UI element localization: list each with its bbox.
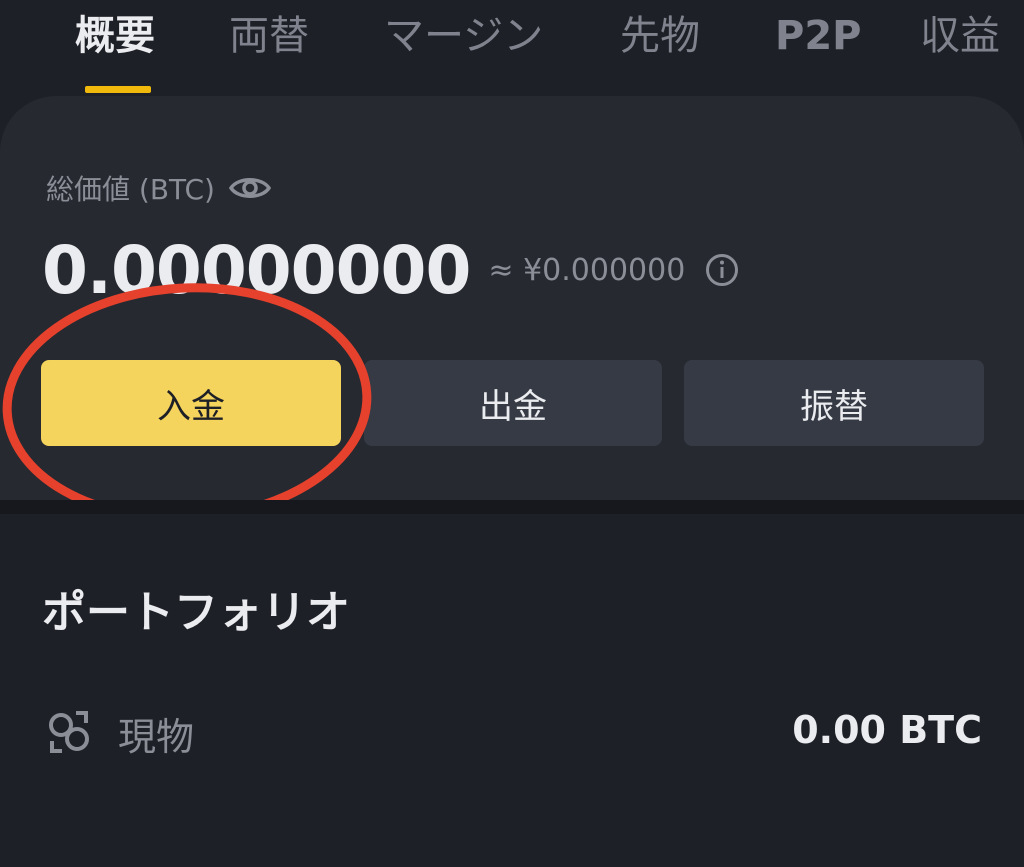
withdraw-button[interactable]: 出金 xyxy=(364,360,662,446)
transfer-button[interactable]: 振替 xyxy=(684,360,984,446)
tab-bar: 概要 両替 マージン 先物 P2P 収益 xyxy=(0,0,1024,96)
spot-balance: 0.00 BTC xyxy=(792,708,982,752)
section-divider xyxy=(0,500,1024,514)
portfolio-row-spot[interactable]: 現物 0.00 BTC xyxy=(0,694,1024,770)
total-value-label: 総価値 (BTC) xyxy=(46,173,215,206)
tab-earn[interactable]: 収益 xyxy=(920,8,1000,64)
tab-margin[interactable]: マージン xyxy=(384,8,543,64)
portfolio-section: ポートフォリオ 現物 0.00 BTC xyxy=(0,514,1024,867)
spot-label: 現物 xyxy=(118,715,195,759)
tab-futures[interactable]: 先物 xyxy=(620,8,700,64)
spot-icon xyxy=(46,709,92,755)
total-value-header: 総価値 (BTC) xyxy=(46,168,272,208)
account-screen: 概要 両替 マージン 先物 P2P 収益 総価値 (BTC) 0.0000000… xyxy=(0,0,1024,867)
total-balance-btc: 0.00000000 xyxy=(42,231,471,309)
total-balance-fiat: ≈ ¥0.000000 xyxy=(488,252,686,288)
portfolio-title: ポートフォリオ xyxy=(42,587,350,638)
eye-icon[interactable] xyxy=(228,173,272,203)
tab-p2p[interactable]: P2P xyxy=(775,8,861,64)
info-icon[interactable] xyxy=(705,253,739,287)
tab-overview[interactable]: 概要 xyxy=(75,8,155,64)
tab-exchange[interactable]: 両替 xyxy=(229,8,309,64)
active-tab-indicator xyxy=(85,86,151,93)
deposit-button[interactable]: 入金 xyxy=(41,360,341,446)
balance-row: 0.00000000 ≈ ¥0.000000 xyxy=(42,228,739,312)
